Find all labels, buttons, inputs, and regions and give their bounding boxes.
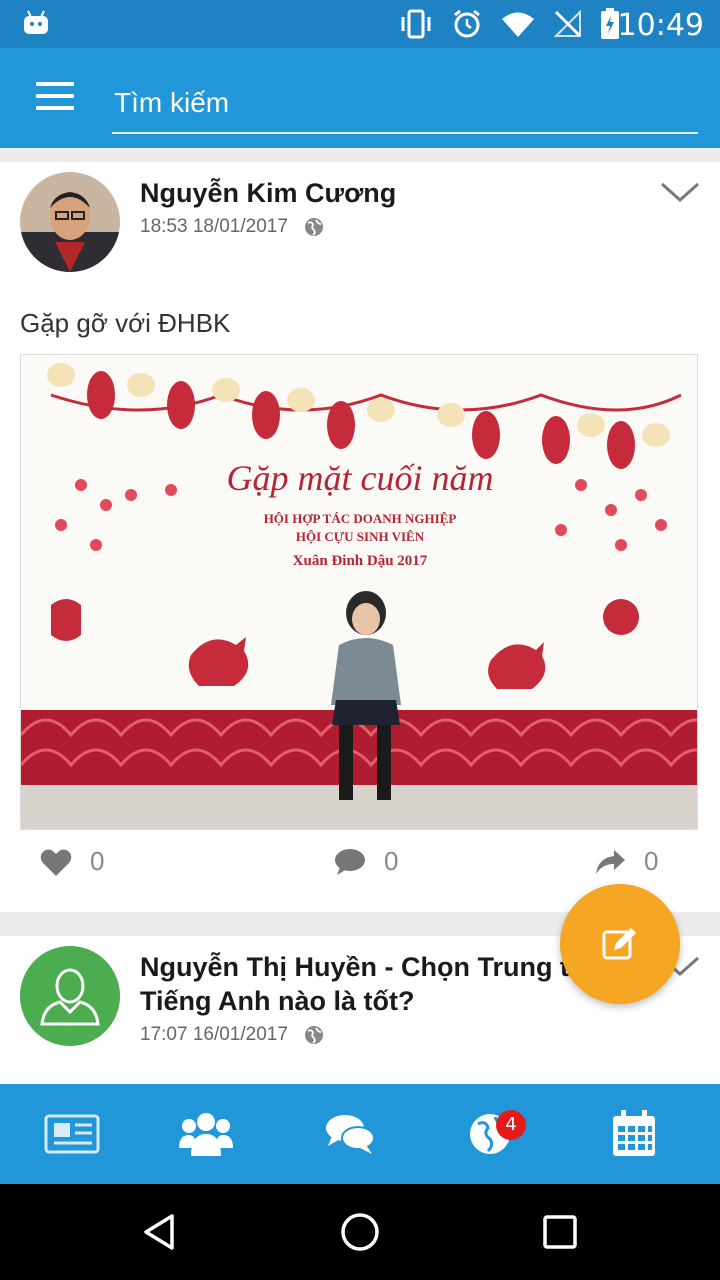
share-icon <box>596 849 625 874</box>
post-timestamp: 18:53 18/01/2017 <box>140 216 288 237</box>
chevron-down-icon[interactable] <box>660 180 700 204</box>
home-button[interactable] <box>320 1202 400 1262</box>
search-input[interactable] <box>112 76 702 130</box>
status-bar: 10:49 <box>0 0 720 48</box>
banner-line3: HỘI CỰU SINH VIÊN <box>296 529 425 544</box>
post-photo[interactable]: Gặp mặt cuối năm HỘI HỢP TÁC DOANH NGHIỆ… <box>20 354 698 830</box>
compose-post-button[interactable] <box>560 884 680 1004</box>
banner-line1: Gặp mặt cuối năm <box>227 458 494 498</box>
calendar-icon <box>613 1110 655 1156</box>
chat-icon <box>326 1115 375 1154</box>
nav-chat[interactable] <box>278 1084 422 1184</box>
nav-calendar[interactable] <box>562 1084 706 1184</box>
share-button[interactable]: 0 <box>594 846 658 877</box>
vibrate-icon <box>401 9 431 39</box>
globe-icon <box>304 1026 323 1044</box>
system-navigation-bar <box>0 1184 720 1280</box>
alarm-icon <box>454 9 480 38</box>
post-text: Gặp gỡ với ĐHBK <box>20 308 231 338</box>
edit-icon <box>602 928 636 960</box>
post-author[interactable]: Nguyễn Kim Cương <box>140 176 396 210</box>
comment-icon <box>335 848 365 875</box>
avatar[interactable] <box>20 172 120 272</box>
comment-button[interactable]: 0 <box>334 846 398 877</box>
back-button[interactable] <box>120 1202 200 1262</box>
nav-groups[interactable] <box>134 1084 278 1184</box>
recents-square-icon <box>543 1215 577 1249</box>
post-card: Nguyễn Kim Cương 18:53 18/01/2017 Gặp gỡ… <box>0 162 720 912</box>
comment-count: 0 <box>384 846 399 876</box>
heart-icon <box>40 849 72 876</box>
post-timestamp: 17:07 16/01/2017 <box>140 1024 288 1045</box>
android-icon <box>24 10 48 34</box>
like-button[interactable]: 0 <box>40 846 104 877</box>
notification-badge: 4 <box>496 1110 526 1140</box>
news-icon <box>44 1114 100 1154</box>
globe-icon <box>304 218 323 236</box>
nav-notifications[interactable]: 4 <box>418 1084 562 1184</box>
share-count: 0 <box>644 846 659 876</box>
search-field[interactable] <box>112 76 702 134</box>
clock: 10:49 <box>617 8 704 43</box>
nav-news[interactable] <box>0 1084 144 1184</box>
post-author-line1: Nguyễn Thị Huyền - Chọn Trung tâ <box>140 952 584 982</box>
post-meta: 18:53 18/01/2017 <box>140 216 324 238</box>
post-meta: 17:07 16/01/2017 <box>140 1024 324 1046</box>
back-triangle-icon <box>144 1214 174 1250</box>
user-placeholder-icon <box>20 946 120 1046</box>
avatar[interactable] <box>20 946 120 1046</box>
post-author-line2: Tiếng Anh nào là tốt? <box>140 986 415 1016</box>
recents-button[interactable] <box>520 1202 600 1262</box>
hamburger-menu-icon[interactable] <box>36 82 76 112</box>
wifi-icon <box>502 12 534 37</box>
banner-line4: Xuân Đinh Dậu 2017 <box>293 553 428 569</box>
like-count: 0 <box>90 846 105 876</box>
banner-line2: HỘI HỢP TÁC DOANH NGHIỆP <box>264 511 457 526</box>
home-circle-icon <box>341 1213 379 1251</box>
group-icon <box>179 1113 233 1156</box>
bottom-nav: 4 <box>0 1084 720 1184</box>
no-sim-icon <box>554 10 582 38</box>
post-author[interactable]: Nguyễn Thị Huyền - Chọn Trung tâ Tiếng A… <box>140 950 584 1018</box>
